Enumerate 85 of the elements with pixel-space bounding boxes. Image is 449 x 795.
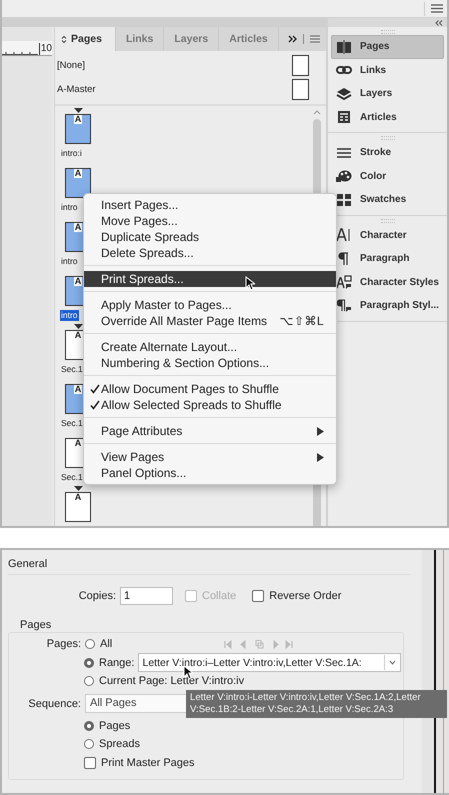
master-letter: A — [74, 331, 82, 340]
menu-item-label: View Pages — [101, 450, 164, 464]
grip-handle[interactable] — [380, 30, 394, 34]
group-title: Pages — [20, 619, 52, 631]
master-letter: A — [74, 493, 82, 502]
ruler-ticks-icon — [2, 49, 38, 55]
menu-item-label: Allow Document Pages to Shuffle — [101, 382, 279, 396]
layers-icon — [336, 86, 352, 101]
dock-item[interactable]: Links — [331, 58, 444, 82]
master-label[interactable]: [None] — [57, 60, 85, 71]
master-thumbnail[interactable] — [292, 54, 309, 76]
cursor-icon — [245, 276, 255, 291]
menu-item-label: Move Pages... — [101, 214, 178, 228]
panel-tab[interactable]: Pages — [55, 27, 116, 51]
radio-button[interactable]: Range: — [84, 656, 134, 669]
print-master-pages-checkbox[interactable]: Print Master Pages — [84, 756, 195, 769]
menu-item-label: Panel Options... — [101, 466, 186, 480]
character-icon — [336, 228, 352, 242]
grip-handle[interactable] — [380, 136, 394, 140]
dock-item[interactable]: Stroke — [331, 141, 444, 164]
reverse-order-checkbox[interactable]: Reverse Order — [252, 590, 342, 602]
radio-button[interactable]: Spreads — [84, 738, 140, 750]
master-letter: A — [74, 169, 82, 178]
page-thumbnail[interactable]: A — [65, 492, 91, 522]
range-value: Letter V:intro:i–Letter V:intro:iv,Letter V:Sec.1A: — [141, 656, 363, 669]
page-thumbnail[interactable]: A — [65, 114, 91, 144]
menu-item-label: Insert Pages... — [101, 198, 178, 212]
page-label[interactable]: Sec.1 — [60, 418, 84, 429]
page-label[interactable]: Sec.1 — [60, 472, 84, 483]
panel-menu-icon[interactable] — [310, 35, 320, 43]
scroll-up-icon[interactable] — [313, 110, 321, 115]
dock-item[interactable]: Layers — [331, 82, 444, 106]
section-title: General — [8, 558, 410, 575]
master-thumbnail[interactable] — [292, 79, 309, 100]
page-label[interactable]: intro — [60, 202, 79, 213]
menu-item-label: Page Attributes — [101, 424, 182, 438]
menu-icon[interactable] — [431, 4, 443, 13]
page-label[interactable]: intro:i — [60, 148, 83, 159]
dock-item[interactable]: Pages — [331, 35, 444, 58]
master-letter: A — [74, 385, 82, 394]
master-letter: A — [74, 439, 82, 448]
stroke-icon — [336, 146, 352, 160]
radio-button[interactable]: Current Page: Letter V:intro:iv — [84, 675, 244, 688]
dock-item[interactable]: Color — [331, 164, 444, 188]
grip-handle[interactable] — [380, 218, 394, 222]
collapse-icon[interactable] — [435, 20, 443, 26]
pages-icon — [336, 40, 352, 54]
menu-item-label: Create Alternate Layout... — [101, 340, 238, 354]
sequence-label: Sequence: — [27, 698, 81, 710]
range-combobox[interactable]: Letter V:intro:i–Letter V:intro:iv,Letter V:Sec.1A: — [138, 653, 402, 672]
page-label[interactable]: Sec.1 — [60, 364, 84, 375]
menu-item-label: Numbering & Section Options... — [101, 356, 270, 370]
menu-item-label: Allow Selected Spreads to Shuffle — [101, 398, 282, 412]
master-letter: A — [74, 115, 82, 124]
menu-item-label: Print Spreads... — [101, 272, 184, 286]
dock-item[interactable]: Articles — [331, 106, 444, 129]
page-thumbnail[interactable]: A — [65, 168, 91, 198]
master-letter: A — [74, 223, 82, 232]
menu-item-label: Apply Master to Pages... — [101, 298, 232, 312]
character-styles-icon — [336, 275, 352, 290]
master-letter: A — [74, 277, 82, 286]
menu-item-label: Delete Spreads... — [101, 246, 194, 260]
tooltip: Letter V:intro:i-Letter V:intro:iv,Letter V:Sec.1A:2,Letter V:Sec.1B:2-Letter V:Sec.2A:1,Letter V:Sec.2A:3 — [186, 690, 447, 718]
page-label[interactable]: intro — [60, 310, 79, 321]
swatches-icon — [336, 192, 352, 207]
radio-button[interactable]: Pages — [84, 720, 130, 732]
overflow-icon[interactable] — [288, 35, 297, 43]
menu-item[interactable]: Page Attributes — [84, 423, 336, 439]
ruler-label: 10 — [38, 43, 52, 55]
palette-icon — [336, 169, 352, 184]
menu-item-label: Duplicate Spreads — [101, 230, 200, 244]
copies-field[interactable]: 1 — [120, 587, 173, 605]
menu-item[interactable]: Panel Options... — [84, 465, 336, 481]
copies-label: Copies: — [78, 590, 116, 602]
updown-icon — [61, 34, 67, 44]
menu-item[interactable]: Print Spreads... — [84, 271, 336, 287]
shortcut-label: ⌥⇧⌘L — [279, 314, 324, 328]
pages-label: Pages: — [46, 638, 81, 650]
page-navigation-icon — [224, 640, 294, 649]
radio-button[interactable]: All — [85, 638, 112, 650]
menu-item-label: Override All Master Page Items — [101, 314, 268, 328]
master-label[interactable]: A-Master — [57, 84, 96, 96]
articles-icon — [336, 110, 352, 124]
paragraph-styles-icon — [336, 298, 352, 313]
page-label[interactable]: intro — [60, 256, 79, 267]
